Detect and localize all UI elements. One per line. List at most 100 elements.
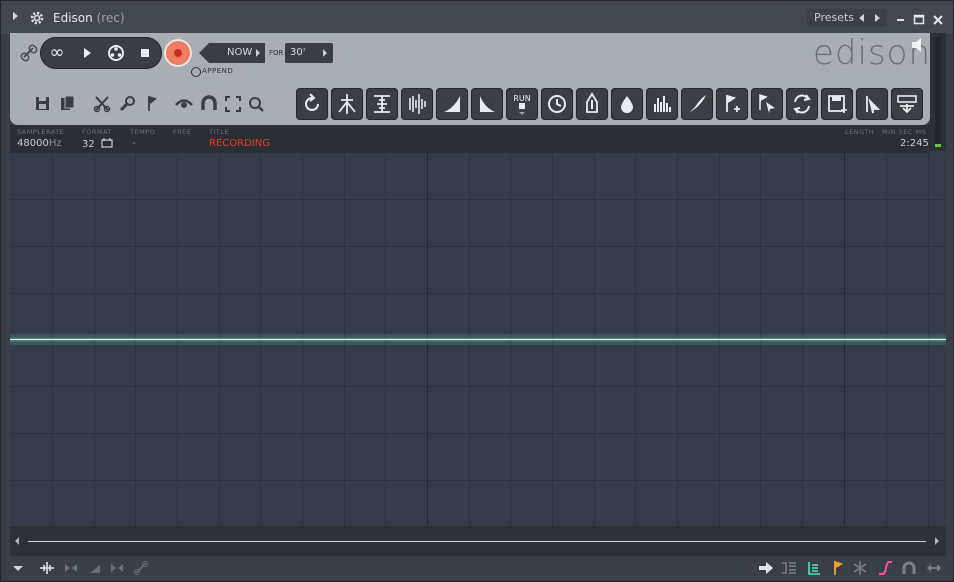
- presets-button[interactable]: Presets: [807, 9, 887, 27]
- snap-grid-icon[interactable]: [806, 560, 822, 576]
- arrow-right-icon[interactable]: [758, 560, 774, 576]
- menu-arrow-icon[interactable]: [10, 560, 26, 576]
- select-all-icon[interactable]: [224, 95, 242, 113]
- zoom-icon[interactable]: [247, 95, 265, 113]
- title-value[interactable]: RECORDING: [209, 138, 270, 149]
- denoise-icon[interactable]: [611, 88, 643, 120]
- eq-icon[interactable]: [681, 88, 713, 120]
- length-label: LENGTH: [845, 128, 875, 136]
- length-value: 2:245: [900, 138, 929, 149]
- declick-icon[interactable]: [401, 88, 433, 120]
- time-stretch-icon[interactable]: [541, 88, 573, 120]
- noise-gate-icon[interactable]: [576, 88, 608, 120]
- grid-line: [10, 480, 946, 481]
- add-marker-icon[interactable]: [716, 88, 748, 120]
- collapse-arrow-icon[interactable]: [13, 12, 18, 20]
- svg-text:∞: ∞: [50, 42, 65, 63]
- magnet-icon[interactable]: [901, 560, 917, 576]
- append-label: APPEND: [202, 67, 234, 75]
- marker-icon[interactable]: [142, 95, 160, 113]
- samplerate-label: SAMPLERATE: [17, 128, 65, 136]
- window-title-text: Edison: [53, 11, 93, 25]
- format-value[interactable]: 32: [82, 138, 113, 150]
- freeze-icon[interactable]: [852, 560, 868, 576]
- close-icon[interactable]: [932, 11, 944, 25]
- stretch-arrows-icon[interactable]: [926, 560, 942, 576]
- play-button[interactable]: [73, 39, 101, 67]
- grid-line: [10, 386, 946, 387]
- free-label: FREE: [173, 128, 192, 136]
- wrench-icon[interactable]: [118, 95, 136, 113]
- scroll-left-icon[interactable]: [15, 537, 19, 545]
- window-title: Edison (rec): [53, 11, 125, 25]
- bottom-toolbar: [1, 556, 953, 581]
- region-icon[interactable]: [751, 88, 783, 120]
- for-label: FOR: [269, 49, 284, 57]
- grid-line: [10, 199, 946, 200]
- duration-arrow-icon: [323, 49, 327, 57]
- preset-next-icon[interactable]: [875, 14, 880, 22]
- zoom-selection-icon[interactable]: [109, 560, 125, 576]
- minsec-label: MIN:SEC:MS: [882, 128, 927, 136]
- tempo-label: TEMPO: [130, 128, 156, 136]
- loop-icon[interactable]: [786, 88, 818, 120]
- zoom-amp-icon[interactable]: [39, 560, 55, 576]
- run-label: RUN: [513, 94, 530, 103]
- send-to-channel-icon[interactable]: [891, 88, 923, 120]
- normalize-icon[interactable]: [331, 88, 363, 120]
- tempo-value[interactable]: -: [132, 138, 136, 149]
- grid-line: [10, 293, 946, 294]
- link-selection-icon[interactable]: [133, 560, 149, 576]
- minimize-icon[interactable]: [895, 11, 907, 23]
- run-script-icon[interactable]: RUN: [506, 88, 538, 120]
- horizontal-scrollbar[interactable]: [10, 526, 946, 556]
- send-to-playlist-icon[interactable]: [856, 88, 888, 120]
- level-meter: [935, 37, 941, 147]
- save-icon[interactable]: [34, 95, 52, 113]
- append-toggle-icon[interactable]: [191, 67, 201, 77]
- cut-icon[interactable]: [93, 95, 111, 113]
- now-label: NOW: [227, 47, 253, 58]
- title-bar[interactable]: Edison (rec) Presets: [1, 1, 953, 34]
- record-start-selector[interactable]: NOW: [199, 43, 265, 63]
- fade-shape-icon[interactable]: [87, 560, 103, 576]
- preset-prev-icon[interactable]: [859, 14, 864, 22]
- spectrum-icon[interactable]: [646, 88, 678, 120]
- fade-out-icon[interactable]: [471, 88, 503, 120]
- format-number: 32: [82, 139, 95, 150]
- view-icon[interactable]: [175, 95, 193, 113]
- grid-line: [10, 246, 946, 247]
- envelope-icon[interactable]: [877, 560, 893, 576]
- record-duration-selector[interactable]: 30': [285, 43, 333, 63]
- stop-button[interactable]: [131, 39, 159, 67]
- list-icon[interactable]: [781, 560, 797, 576]
- scroll-track[interactable]: [28, 541, 926, 542]
- scroll-right-icon[interactable]: [935, 537, 939, 545]
- duration-value: 30': [290, 47, 306, 58]
- save-region-icon[interactable]: [821, 88, 853, 120]
- gear-icon[interactable]: [29, 10, 45, 26]
- format-label: FORMAT: [82, 128, 112, 136]
- snap-magnet-icon[interactable]: [200, 95, 218, 113]
- zoom-fit-icon[interactable]: [63, 560, 79, 576]
- copy-icon[interactable]: [59, 95, 77, 113]
- samplerate-unit: Hz: [48, 138, 62, 149]
- trim-icon[interactable]: [366, 88, 398, 120]
- loop-mode-button[interactable]: ∞: [43, 39, 71, 67]
- maximize-icon[interactable]: [913, 11, 925, 25]
- waveform-view[interactable]: [10, 153, 946, 526]
- presets-label: Presets: [814, 11, 855, 24]
- window-subtitle: (rec): [96, 11, 125, 25]
- grid-line: [10, 433, 946, 434]
- link-icon[interactable]: [20, 44, 38, 62]
- play-bar-button[interactable]: [102, 39, 130, 67]
- speaker-icon[interactable]: [911, 37, 925, 53]
- record-button[interactable]: [164, 39, 192, 67]
- transport-controls: ∞: [40, 37, 162, 69]
- samplerate-number: 48000: [17, 138, 49, 149]
- fade-in-icon[interactable]: [436, 88, 468, 120]
- reverse-icon[interactable]: [296, 88, 328, 120]
- marker-flag-icon[interactable]: [830, 560, 846, 576]
- title-label: TITLE: [209, 128, 230, 136]
- samplerate-value[interactable]: 48000Hz: [17, 138, 62, 149]
